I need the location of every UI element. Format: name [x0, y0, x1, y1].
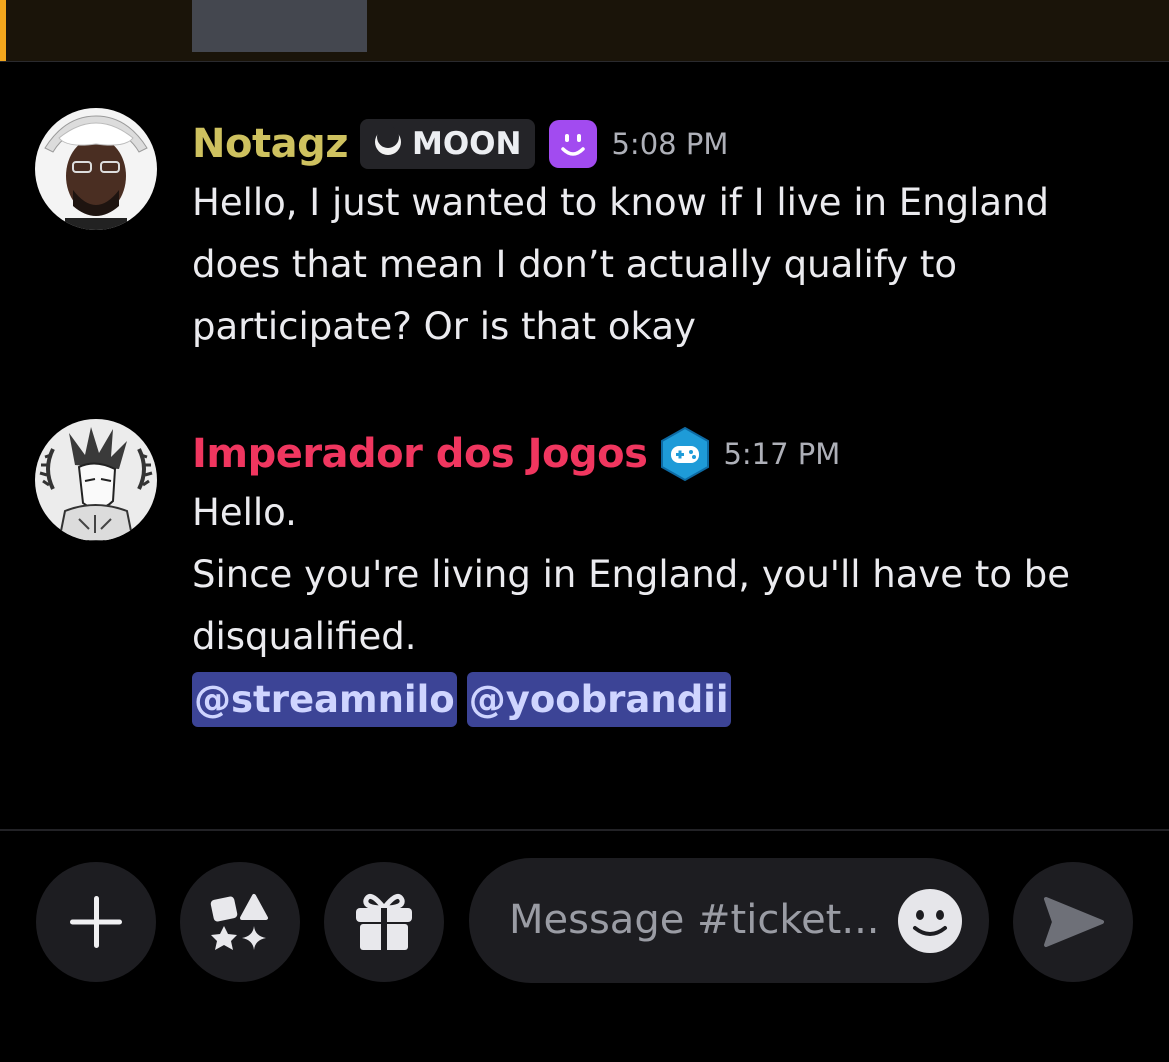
- username[interactable]: Imperador dos Jogos: [192, 426, 648, 482]
- clan-tag[interactable]: MOON: [359, 119, 536, 169]
- plus-icon: [64, 890, 128, 954]
- user-mention[interactable]: @yoobrandii: [466, 672, 731, 727]
- message-input-placeholder: Message #ticket...: [509, 897, 880, 943]
- send-button[interactable]: [1013, 862, 1133, 982]
- mentions: @streamnilo @yoobrandii: [192, 672, 1142, 727]
- add-attachment-button[interactable]: [36, 862, 156, 982]
- gift-button[interactable]: [324, 862, 444, 982]
- game-controller-badge-icon: [659, 426, 711, 482]
- top-bar-accent: [0, 0, 6, 61]
- message-text-line: disqualified.: [192, 615, 417, 658]
- user-mention[interactable]: @streamnilo: [192, 672, 457, 727]
- send-icon: [1040, 889, 1106, 955]
- message-text-line: Hello.: [192, 491, 297, 534]
- moon-icon: [372, 126, 404, 162]
- message-header: Notagz MOON 5:08 PM: [192, 116, 1142, 172]
- username[interactable]: Notagz: [192, 116, 348, 172]
- clan-tag-label: MOON: [411, 126, 522, 162]
- smile-badge-icon: [547, 118, 599, 170]
- message-text-line: Hello, I just wanted to know if I live i…: [192, 181, 1050, 224]
- timestamp: 5:17 PM: [723, 437, 841, 471]
- message-text-line: participate? Or is that okay: [192, 305, 696, 348]
- timestamp: 5:08 PM: [611, 127, 729, 161]
- apps-icon: [208, 890, 272, 954]
- avatar[interactable]: [35, 108, 157, 230]
- apps-button[interactable]: [180, 862, 300, 982]
- message-text-line: Since you're living in England, you'll h…: [192, 553, 1070, 596]
- gift-icon: [352, 890, 416, 954]
- message-content: Imperador dos Jogos 5:17 PM Hello. Since…: [192, 426, 1142, 727]
- message-text-line: does that mean I don’t actually qualify …: [192, 243, 958, 286]
- top-bar-tab[interactable]: [192, 0, 367, 52]
- message-content: Notagz MOON 5:08 PM Hello, I just wanted…: [192, 116, 1142, 358]
- message-header: Imperador dos Jogos 5:17 PM: [192, 426, 1142, 482]
- top-bar: [0, 0, 1169, 62]
- avatar[interactable]: [35, 419, 157, 541]
- message-input[interactable]: Message #ticket...: [469, 858, 989, 983]
- composer-divider: [0, 829, 1169, 831]
- emoji-icon[interactable]: [897, 888, 963, 954]
